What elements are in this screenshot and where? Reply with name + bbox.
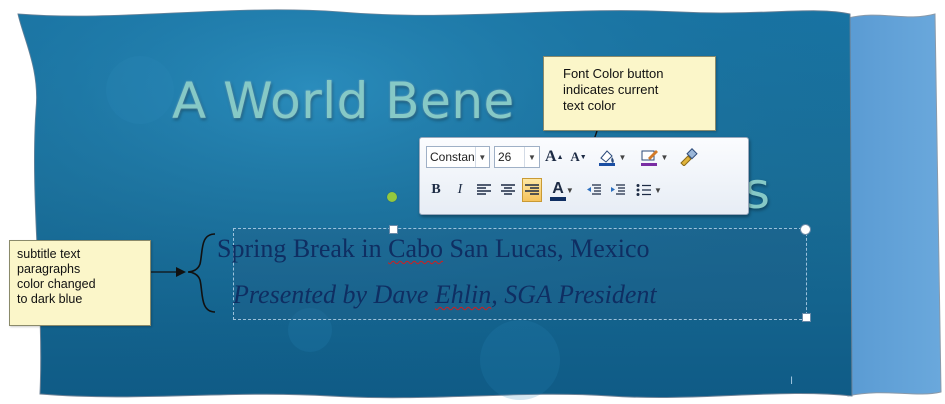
center-icon[interactable] bbox=[498, 178, 518, 202]
misspelled-word: Ehlin bbox=[434, 280, 492, 309]
font-size-box[interactable]: 26 ▼ bbox=[494, 146, 540, 168]
bold-button[interactable]: B bbox=[426, 178, 446, 202]
shape-outline-icon[interactable]: ▼ bbox=[635, 145, 673, 169]
mini-toolbar: Constan ▼ 26 ▼ A ▲ A ▼ ▼ ▼ B I A ▼ ▼ bbox=[419, 137, 749, 215]
font-size-value: 26 bbox=[498, 150, 512, 164]
decrease-indent-icon[interactable] bbox=[584, 178, 604, 202]
side-pane bbox=[847, 13, 942, 397]
align-left-icon[interactable] bbox=[474, 178, 494, 202]
subtitle-text: San Lucas, Mexico bbox=[443, 234, 650, 263]
highlight-fill-icon[interactable]: ▼ bbox=[593, 145, 631, 169]
chevron-down-icon[interactable]: ▼ bbox=[474, 147, 489, 167]
subtitle-line-1[interactable]: Spring Break in Cabo San Lucas, Mexico bbox=[217, 234, 650, 264]
subtitle-callout: subtitle text paragraphs color changed t… bbox=[9, 240, 151, 326]
chevron-down-icon[interactable]: ▼ bbox=[566, 186, 574, 195]
selection-handle[interactable] bbox=[800, 224, 811, 235]
font-name-box[interactable]: Constan ▼ bbox=[426, 146, 490, 168]
grow-font-label: A bbox=[545, 148, 557, 165]
text-cursor-mark: I bbox=[790, 375, 793, 387]
align-right-icon[interactable] bbox=[522, 178, 542, 202]
font-color-button[interactable]: A ▼ bbox=[546, 178, 580, 202]
increase-indent-icon[interactable] bbox=[608, 178, 628, 202]
subtitle-text: , SGA President bbox=[491, 280, 657, 309]
font-color-indicator-bar bbox=[550, 196, 566, 201]
grow-font-icon[interactable]: A ▲ bbox=[544, 145, 565, 169]
font-color-callout: Font Color button indicates current text… bbox=[543, 56, 716, 131]
format-painter-icon[interactable] bbox=[677, 145, 699, 169]
shrink-font-label: A bbox=[570, 149, 580, 164]
subtitle-line-2[interactable]: Presented by Dave Ehlin, SGA President bbox=[233, 280, 657, 310]
callout-text: subtitle text bbox=[17, 247, 81, 261]
rotation-handle[interactable] bbox=[387, 192, 397, 202]
bullets-icon[interactable]: ▼ bbox=[632, 178, 666, 202]
callout-text: indicates current bbox=[563, 82, 659, 97]
font-name-value: Constan bbox=[430, 150, 475, 164]
callout-text: text color bbox=[563, 98, 616, 113]
callout-text: Font Color button bbox=[563, 66, 664, 81]
subtitle-text: Presented by Dave bbox=[233, 280, 435, 309]
selection-handle[interactable] bbox=[389, 225, 398, 234]
callout-text: to dark blue bbox=[17, 292, 83, 306]
italic-button[interactable]: I bbox=[450, 178, 470, 202]
callout-text: paragraphs bbox=[17, 262, 81, 276]
slide-title[interactable]: A World Bene bbox=[172, 72, 515, 130]
misspelled-word: Cabo bbox=[388, 234, 444, 263]
font-color-letter: A bbox=[550, 180, 566, 201]
selection-handle[interactable] bbox=[802, 313, 811, 322]
shrink-font-icon[interactable]: A ▼ bbox=[569, 145, 589, 169]
chevron-down-icon[interactable]: ▼ bbox=[524, 147, 539, 167]
callout-text: color changed bbox=[17, 277, 96, 291]
subtitle-text: Spring Break in bbox=[217, 234, 389, 263]
